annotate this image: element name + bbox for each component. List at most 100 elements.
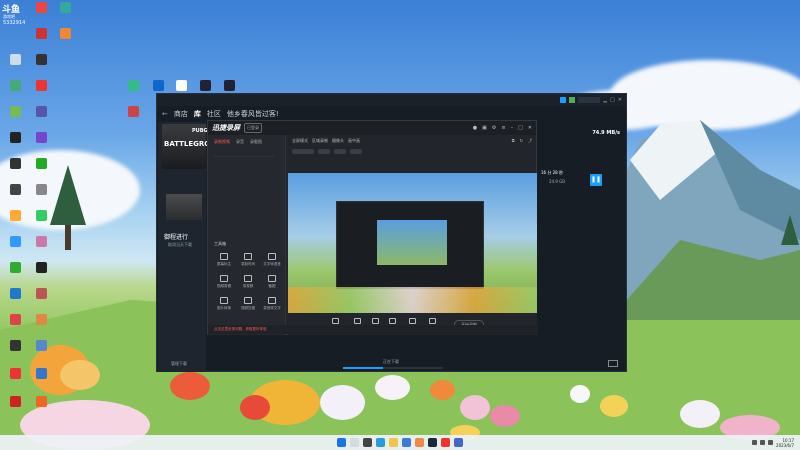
edge-icon[interactable]: [376, 438, 385, 447]
desktop-icon[interactable]: [2, 340, 28, 364]
copy-icon[interactable]: ⧉: [512, 138, 515, 144]
tab-record-screenshot[interactable]: 录截图: [250, 139, 262, 145]
tool-item[interactable]: 视频压缩: [236, 297, 260, 311]
tool-item[interactable]: 视频剪辑: [212, 275, 236, 289]
pause-button[interactable]: ❚❚: [590, 174, 602, 186]
tool-item[interactable]: 录制时间: [236, 253, 260, 267]
desktop-icon[interactable]: [2, 184, 28, 208]
tray-chevron-icon[interactable]: [752, 440, 758, 445]
desktop-icon[interactable]: [2, 132, 28, 156]
manage-downloads[interactable]: 管理下载: [171, 361, 187, 367]
option-chip[interactable]: [292, 149, 314, 154]
desktop-icon[interactable]: [28, 396, 54, 420]
desktop-icon[interactable]: [2, 314, 28, 338]
close-icon[interactable]: ✕: [618, 97, 622, 103]
option-chip[interactable]: [318, 149, 330, 154]
file-explorer-icon[interactable]: [389, 438, 398, 447]
recorder-titlebar[interactable]: 迅捷录屏 已登录 ● ▣ ⚙ ≡ – □ ✕: [208, 121, 536, 135]
mode-region[interactable]: 区域录制: [312, 138, 328, 144]
mode-camera[interactable]: 摄像头: [332, 138, 344, 144]
desktop-icon[interactable]: [2, 54, 28, 78]
feedback-bar[interactable]: 点击这里反馈问题，获取更好体验: [208, 325, 538, 334]
desktop-icon[interactable]: [2, 236, 28, 260]
user-icon[interactable]: ●: [473, 125, 477, 131]
desktop-icon[interactable]: [28, 288, 54, 312]
desktop-icon[interactable]: [28, 262, 54, 286]
tool-item[interactable]: 屏幕标注: [212, 253, 236, 267]
desktop-icon[interactable]: [28, 158, 54, 182]
app-taskbar-icon[interactable]: [454, 438, 463, 447]
desktop-icon[interactable]: [2, 262, 28, 286]
steam-icon[interactable]: [428, 438, 437, 447]
downloading-status[interactable]: 正在下载: [383, 359, 399, 365]
friends-chat-icon[interactable]: [608, 360, 618, 367]
gift-icon[interactable]: ▣: [482, 125, 487, 131]
refresh-icon[interactable]: ↻: [520, 138, 523, 144]
start-icon[interactable]: [337, 438, 346, 447]
nav-user[interactable]: 他乡春风皆过客!: [227, 109, 279, 119]
tool-item[interactable]: 文字转语音: [260, 253, 284, 267]
recorder-taskbar-icon[interactable]: [441, 438, 450, 447]
notification-icon[interactable]: [560, 97, 567, 103]
desktop-icon[interactable]: [28, 80, 54, 104]
desktop-icon[interactable]: [28, 368, 54, 392]
tool-item[interactable]: 录视频: [236, 275, 260, 289]
desktop-icon[interactable]: [2, 396, 28, 420]
clock[interactable]: 10:17 2023/6/7: [776, 438, 794, 448]
desktop-icon[interactable]: [28, 210, 54, 234]
nav-store[interactable]: 商店: [174, 109, 188, 119]
game-hero-image[interactable]: PUBG BATTLEGRO: [162, 124, 210, 169]
share-icon[interactable]: ⤴: [528, 138, 532, 144]
panel-subtitle[interactable]: 取消当天下载: [168, 242, 192, 248]
screen-preview[interactable]: [288, 173, 537, 313]
close-icon[interactable]: ✕: [528, 125, 532, 131]
window-titlebar[interactable]: ▁ □ ✕: [157, 94, 626, 106]
settings-icon[interactable]: ⚙: [492, 125, 496, 131]
desktop-icon[interactable]: [2, 106, 28, 130]
tool-item[interactable]: 截图: [260, 275, 284, 289]
chrome-icon[interactable]: [415, 438, 424, 447]
minimize-icon[interactable]: –: [511, 125, 514, 131]
nav-library[interactable]: 库: [194, 109, 201, 119]
back-arrow-icon[interactable]: ←: [162, 110, 168, 118]
search-icon[interactable]: [350, 438, 359, 447]
desktop-icon[interactable]: [2, 80, 28, 104]
volume-icon[interactable]: [768, 440, 774, 445]
store-icon[interactable]: [402, 438, 411, 447]
desktop-icon[interactable]: [120, 80, 146, 104]
task-view-icon[interactable]: [363, 438, 372, 447]
desktop-icon[interactable]: [28, 28, 54, 52]
desktop-icon[interactable]: [28, 314, 54, 338]
option-chip[interactable]: [350, 149, 362, 154]
option-chip[interactable]: [334, 149, 346, 154]
maximize-icon[interactable]: □: [518, 125, 523, 131]
tab-record-video[interactable]: 录制视频: [214, 139, 230, 145]
desktop-icon[interactable]: [2, 288, 28, 312]
tab-record-audio[interactable]: 录音: [236, 139, 244, 145]
desktop-icon[interactable]: [28, 340, 54, 364]
desktop-icon[interactable]: [2, 158, 28, 182]
desktop-icon[interactable]: [52, 28, 78, 52]
nav-community[interactable]: 社区: [207, 109, 221, 119]
desktop-icon[interactable]: [28, 2, 54, 26]
desktop-icon[interactable]: [52, 2, 78, 26]
desktop-icon[interactable]: [28, 54, 54, 78]
login-badge[interactable]: 已登录: [244, 123, 262, 133]
minimize-icon[interactable]: ▁: [603, 97, 607, 103]
desktop-icon[interactable]: [28, 132, 54, 156]
wifi-icon[interactable]: [760, 440, 766, 445]
game-thumbnail[interactable]: [166, 194, 202, 220]
user-account[interactable]: [578, 97, 601, 103]
desktop-icon[interactable]: [2, 368, 28, 392]
maximize-icon[interactable]: □: [610, 97, 615, 103]
desktop-icon[interactable]: [28, 106, 54, 130]
tool-item[interactable]: 图片转换: [212, 297, 236, 311]
menu-icon[interactable]: ≡: [501, 125, 505, 131]
mode-pip[interactable]: 画中画: [348, 138, 360, 144]
mode-fullscreen[interactable]: 全屏模式: [292, 138, 308, 144]
desktop-icon[interactable]: [120, 106, 146, 130]
screen-recorder-window[interactable]: 迅捷录屏 已登录 ● ▣ ⚙ ≡ – □ ✕ 录制视频 录音 录截图 工具箱 屏…: [207, 120, 538, 335]
desktop-icon[interactable]: [28, 184, 54, 208]
desktop-icon[interactable]: [2, 210, 28, 234]
desktop-icon[interactable]: [28, 236, 54, 260]
